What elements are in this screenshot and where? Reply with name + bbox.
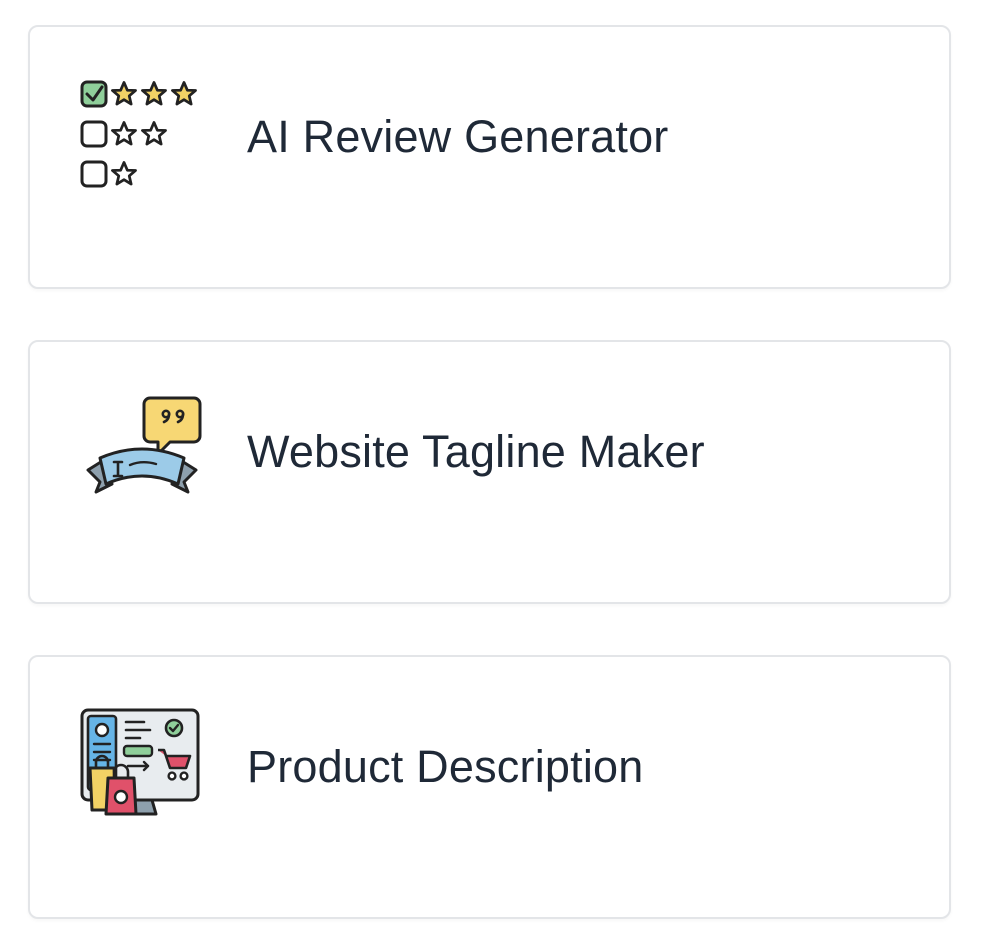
card-title: AI Review Generator — [247, 111, 669, 162]
ecommerce-monitor-icon — [78, 704, 202, 828]
quote-banner-icon — [78, 388, 202, 512]
tool-card-website-tagline-maker[interactable]: Website Tagline Maker — [28, 340, 951, 604]
star-rating-checklist-icon — [78, 72, 202, 196]
card-title: Website Tagline Maker — [247, 426, 705, 477]
tool-card-ai-review-generator[interactable]: AI Review Generator — [28, 25, 951, 289]
tool-card-product-description[interactable]: Product Description — [28, 655, 951, 919]
card-title: Product Description — [247, 741, 644, 792]
